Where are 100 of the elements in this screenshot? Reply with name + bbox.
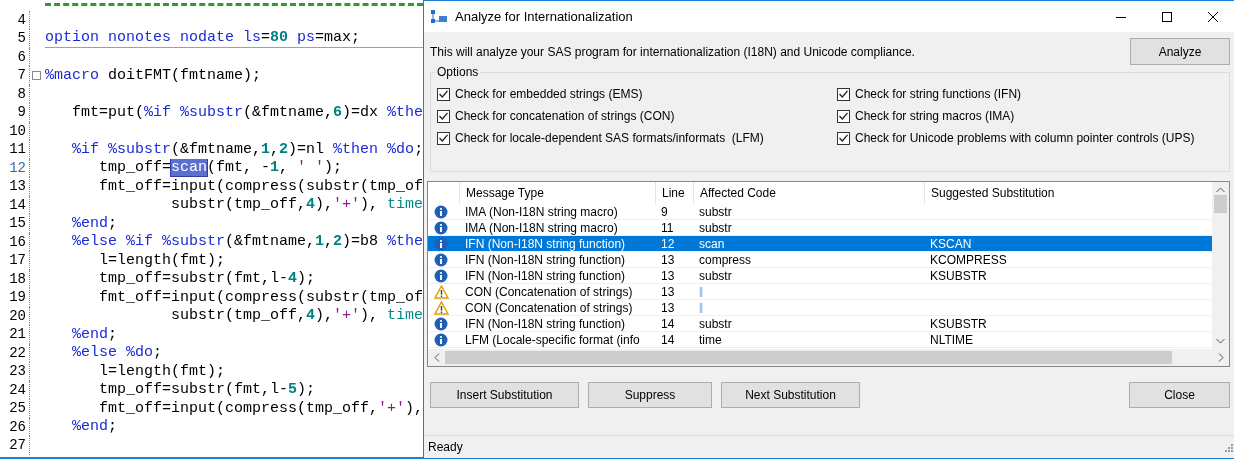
table-row[interactable]: IFN (Non-I18N string function) 12 scan KSCAN: [428, 236, 1212, 252]
line-number: 4: [16, 11, 26, 28]
checkbox-label: Check for string functions (IFN): [855, 87, 1022, 101]
info-icon: [434, 236, 448, 251]
table-row[interactable]: IMA (Non-I18N string macro) 9 substr: [428, 204, 1212, 220]
code-line: %end;: [71, 418, 118, 436]
line-number: 20: [8, 307, 26, 324]
collapse-icon[interactable]: [32, 70, 41, 80]
scroll-down-icon[interactable]: [1216, 338, 1225, 344]
code-line: fmt_off=input(compress(substr(tmp_of: [98, 177, 423, 195]
table-cell-text: 14: [660, 332, 676, 347]
table-cell-text: LFM (Locale-specific format (info: [464, 332, 641, 347]
table-row[interactable]: CON (Concatenation of strings) 13 ||: [428, 284, 1212, 300]
code-line: l=length(fmt);: [98, 251, 226, 269]
column-header[interactable]: Affected Code: [693, 182, 924, 204]
table-cell-text: time: [698, 332, 723, 347]
warning-icon: [434, 300, 449, 315]
code-line: %else %do;: [71, 344, 163, 362]
table-row[interactable]: IFN (Non-I18N string function) 13 compress KCOMPRESS: [428, 252, 1212, 268]
line-number: 18: [8, 270, 26, 287]
code-line: substr(tmp_off,4),'+'), time: [170, 307, 423, 325]
table-cell-text: IFN (Non-I18N string function): [464, 316, 627, 331]
table-cell-text: substr: [698, 316, 733, 331]
checkbox[interactable]: [837, 109, 850, 123]
table-cell-text: scan: [698, 236, 726, 251]
table-cell-text: 9: [660, 204, 669, 219]
checkbox-label: Check for Unicode problems with column pointer controls (UPS): [855, 131, 1195, 145]
table-cell-text: ||: [698, 286, 704, 297]
table-cell-text: ||: [698, 302, 704, 313]
info-icon: [434, 220, 448, 235]
code-line: fmt=put(%if %substr(&fmtname,6)=dx %the: [71, 103, 423, 121]
info-icon: [434, 316, 448, 331]
checkbox-label: Check for concatenation of strings (CON): [455, 109, 675, 123]
table-cell-text: CON (Concatenation of strings): [464, 300, 634, 315]
close-button[interactable]: Close: [1129, 382, 1230, 408]
table-cell-text: IFN (Non-I18N string function): [464, 268, 627, 283]
line-number: 19: [8, 289, 26, 306]
code-line: substr(tmp_off,4),'+'), time: [170, 196, 423, 214]
vertical-scrollbar[interactable]: [1212, 182, 1229, 349]
group-label: Options: [435, 65, 481, 79]
scroll-up-icon[interactable]: [1216, 187, 1225, 193]
info-icon: [434, 332, 448, 347]
checkbox[interactable]: [437, 87, 450, 101]
checkbox-label: Check for embedded strings (EMS): [455, 87, 643, 101]
column-header[interactable]: Line: [655, 182, 693, 204]
checkbox[interactable]: [437, 109, 450, 123]
table-cell-text: KSUBSTR: [929, 316, 988, 331]
scroll-thumb[interactable]: [445, 351, 1172, 364]
description-text: This will analyze your SAS program for internationalization (I18N) and Unicode compliance.: [430, 44, 915, 59]
info-icon: [434, 268, 448, 283]
table-cell-text: NLTIME: [929, 332, 975, 347]
table-cell-text: 13: [660, 252, 676, 267]
table-cell-text: IFN (Non-I18N string function): [464, 252, 627, 267]
table-row[interactable]: CON (Concatenation of strings) 13 ||: [428, 300, 1212, 316]
action-button[interactable]: Suppress: [588, 382, 712, 408]
action-button[interactable]: Insert Substitution: [430, 382, 579, 408]
table-cell-text: 13: [660, 268, 676, 283]
line-number: 22: [8, 344, 26, 361]
analyze-button[interactable]: Analyze: [1130, 38, 1230, 65]
table-row[interactable]: IFN (Non-I18N string function) 13 substr KSUBSTR: [428, 268, 1212, 284]
code-line: %else %if %substr(&fmtname,1,2)=b8 %the: [71, 233, 423, 251]
line-number: 27: [8, 437, 26, 454]
line-number: 26: [8, 418, 26, 435]
line-number: 25: [8, 400, 26, 417]
horizontal-scrollbar[interactable]: [428, 349, 1229, 366]
table-cell-text: KSCAN: [929, 236, 973, 251]
code-line: option nonotes nodate ls=80 ps=max;: [45, 29, 361, 47]
table-cell-text: KSUBSTR: [929, 268, 988, 283]
code-line: tmp_off=substr(fmt,l-5);: [98, 381, 316, 399]
table-cell-text: substr: [698, 204, 733, 219]
table-cell-text: IMA (Non-I18N string macro): [464, 220, 619, 235]
scroll-left-icon[interactable]: [433, 353, 440, 362]
scroll-right-icon[interactable]: [1217, 353, 1224, 362]
scroll-thumb[interactable]: [1214, 195, 1227, 213]
line-number: 11: [8, 141, 26, 158]
window-title: Analyze for Internationalization: [455, 9, 634, 24]
code-line: l=length(fmt);: [98, 362, 226, 380]
code-line: %macro doitFMT(fmtname);: [45, 66, 262, 84]
table-row[interactable]: IFN (Non-I18N string function) 14 substr KSUBSTR: [428, 316, 1212, 332]
table-row[interactable]: LFM (Locale-specific format (info 14 time NLTIME: [428, 332, 1212, 348]
resize-grip-icon[interactable]: [1223, 442, 1233, 452]
column-header[interactable]: Message Type: [459, 182, 655, 204]
checkbox[interactable]: [837, 87, 850, 101]
code-line: tmp_off=scan(fmt, -1, ' ');: [98, 159, 343, 177]
status-text: Ready: [428, 440, 463, 454]
table-cell-text: 14: [660, 316, 676, 331]
table-cell-text: compress: [698, 252, 752, 267]
action-button[interactable]: Next Substitution: [721, 382, 860, 408]
code-line: tmp_off=substr(fmt,l-4);: [98, 270, 316, 288]
line-number: 21: [8, 326, 26, 343]
line-number: 14: [8, 196, 26, 213]
code-line: %end;: [71, 214, 118, 232]
info-icon: [434, 252, 448, 267]
table-cell-text: 11: [660, 220, 675, 235]
checkbox[interactable]: [837, 131, 850, 145]
checkbox[interactable]: [437, 131, 450, 145]
code-line: %end;: [71, 325, 118, 343]
line-number: 8: [16, 85, 26, 102]
app-icon: [431, 9, 447, 24]
line-number: 16: [8, 233, 26, 250]
